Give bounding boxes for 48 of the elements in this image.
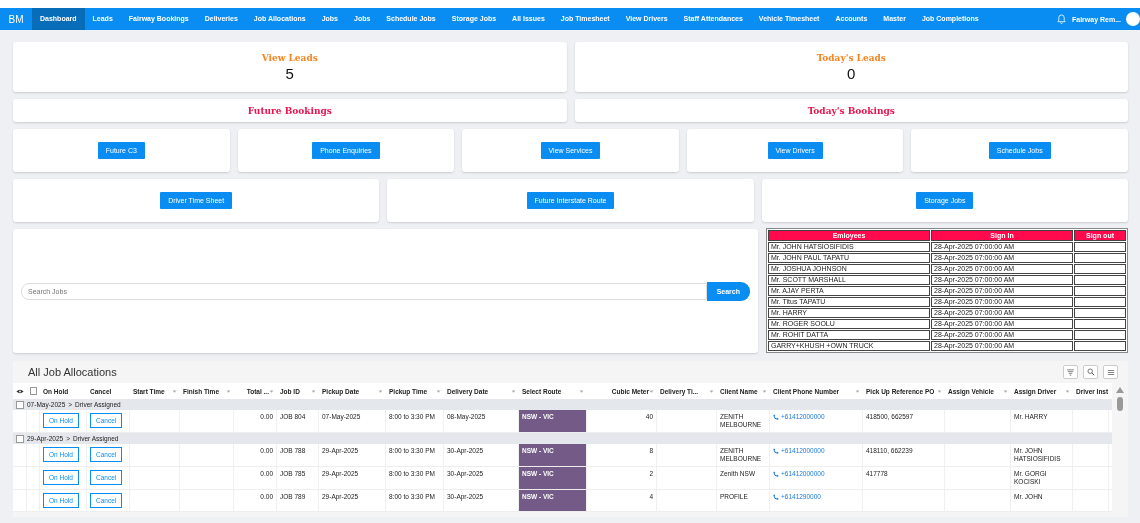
sort-caret-icon[interactable] bbox=[1065, 389, 1070, 393]
sort-caret-icon[interactable] bbox=[937, 389, 942, 393]
stat-value: 0 bbox=[847, 64, 856, 82]
phone-icon[interactable] bbox=[773, 494, 779, 500]
table-cell bbox=[1074, 242, 1126, 252]
sort-caret-icon[interactable] bbox=[226, 389, 231, 393]
table-cell bbox=[1074, 297, 1126, 307]
phone-icon[interactable] bbox=[773, 471, 779, 477]
stat-title[interactable]: Today's Leads bbox=[816, 52, 886, 63]
sort-caret-icon[interactable] bbox=[649, 389, 654, 393]
bell-icon[interactable] bbox=[1056, 14, 1066, 24]
panel-title: All Job Allocations bbox=[28, 366, 117, 378]
stat-value: 5 bbox=[285, 64, 294, 82]
search-icon[interactable] bbox=[1083, 365, 1098, 379]
stat-title[interactable]: View Leads bbox=[261, 52, 318, 63]
scroll-up-icon[interactable] bbox=[1116, 387, 1124, 393]
table-cell bbox=[1074, 319, 1126, 329]
table-cell bbox=[1074, 286, 1126, 296]
table-cell bbox=[1074, 253, 1126, 263]
sort-caret-icon[interactable] bbox=[311, 389, 316, 393]
brand-logo[interactable]: BM bbox=[0, 13, 32, 25]
group-checkbox[interactable] bbox=[16, 400, 24, 409]
sort-caret-icon[interactable] bbox=[511, 389, 516, 393]
sort-caret-icon[interactable] bbox=[436, 389, 441, 393]
sort-caret-icon[interactable] bbox=[579, 389, 584, 393]
select-all-checkbox[interactable] bbox=[30, 387, 37, 395]
sort-caret-icon[interactable] bbox=[762, 389, 767, 393]
filter-icon[interactable] bbox=[1063, 365, 1078, 379]
phone-icon[interactable] bbox=[773, 448, 779, 454]
group-checkbox[interactable] bbox=[16, 434, 24, 443]
table-cell bbox=[1074, 275, 1126, 285]
sort-caret-icon[interactable] bbox=[378, 389, 383, 393]
bookings-title[interactable]: Today's Bookings bbox=[807, 105, 895, 116]
sort-caret-icon[interactable] bbox=[172, 389, 177, 393]
sort-caret-icon[interactable] bbox=[1003, 389, 1008, 393]
sort-caret-icon[interactable] bbox=[269, 389, 274, 393]
scrollbar-thumb[interactable] bbox=[1117, 397, 1123, 411]
eye-icon[interactable] bbox=[16, 388, 24, 394]
table-cell bbox=[1074, 330, 1126, 340]
sort-caret-icon[interactable] bbox=[855, 389, 860, 393]
table-cell bbox=[1074, 308, 1126, 318]
table-cell bbox=[1074, 341, 1126, 351]
sort-caret-icon[interactable] bbox=[709, 389, 714, 393]
table-cell bbox=[1074, 264, 1126, 274]
menu-icon[interactable] bbox=[1103, 365, 1118, 379]
bookings-title[interactable]: Future Bookings bbox=[247, 105, 332, 116]
phone-icon[interactable] bbox=[773, 414, 779, 420]
avatar-icon[interactable] bbox=[1126, 12, 1140, 26]
